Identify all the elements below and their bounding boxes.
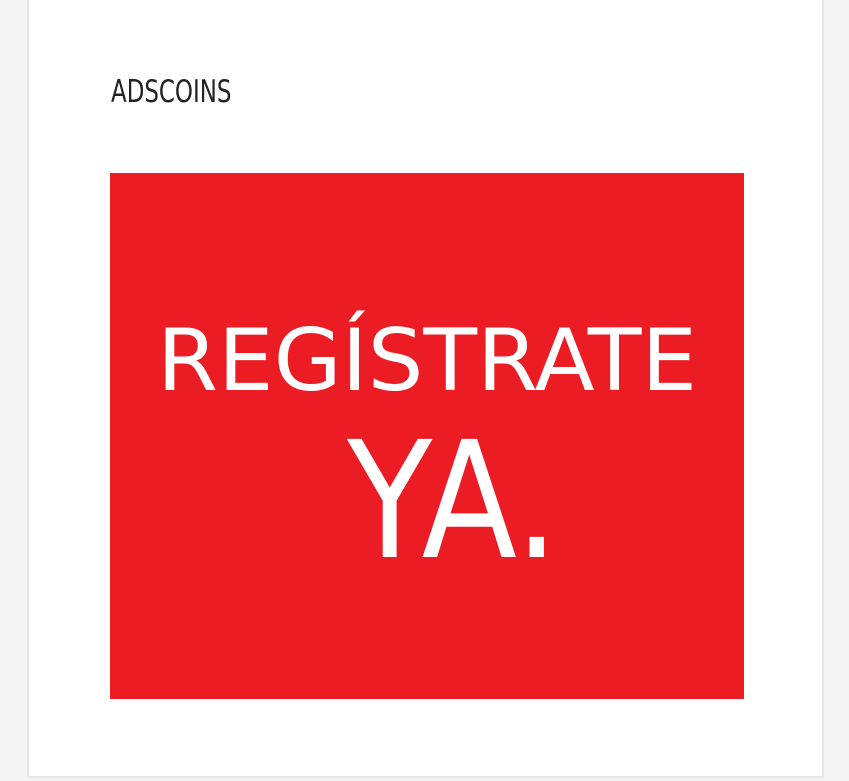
register-banner-link[interactable]: REGÍSTRATE YA. — [110, 173, 744, 699]
banner-line-register: REGÍSTRATE — [157, 310, 697, 411]
register-banner-image: REGÍSTRATE YA. — [110, 173, 744, 699]
sidebar-widget: ADSCOINS REGÍSTRATE YA. — [27, 0, 824, 778]
widget-title: ADSCOINS — [111, 74, 232, 110]
banner-line-now: YA. — [346, 408, 559, 596]
